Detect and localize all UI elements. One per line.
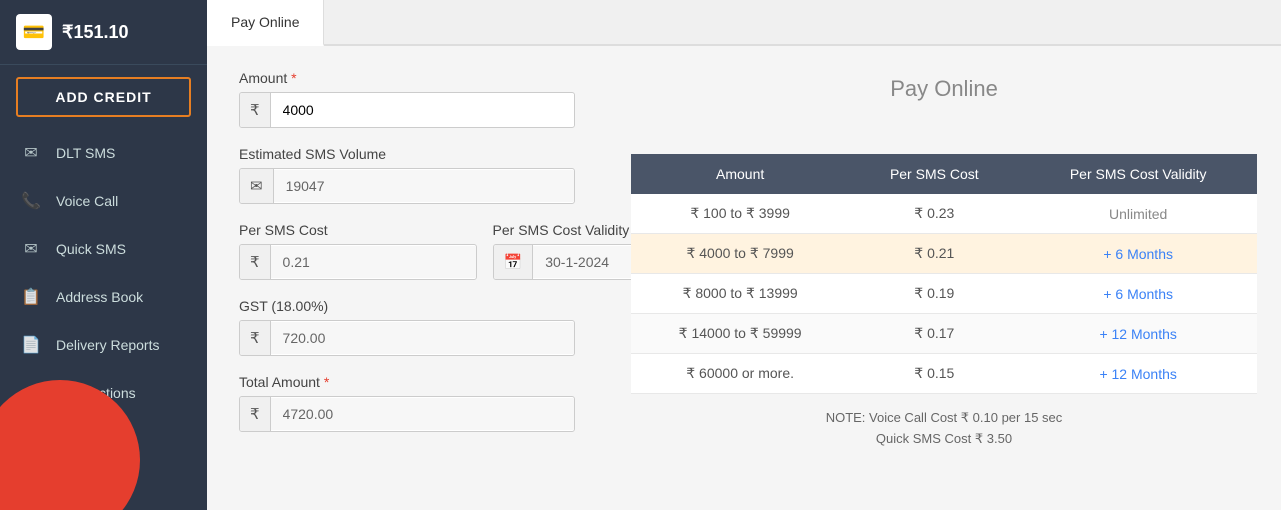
envelope-icon: ✉	[240, 169, 274, 203]
gst-input	[271, 322, 574, 354]
table-row: ₹ 100 to ₹ 3999₹ 0.23Unlimited	[631, 194, 1257, 234]
note-line1: NOTE: Voice Call Cost ₹ 0.10 per 15 sec	[826, 410, 1063, 425]
add-credit-button[interactable]: ADD CREDIT	[16, 77, 191, 117]
sidebar-item-label-quick-sms: Quick SMS	[56, 241, 126, 257]
cell-amount: ₹ 60000 or more.	[631, 354, 849, 394]
sidebar-item-delivery-reports[interactable]: 📄 Delivery Reports	[0, 321, 207, 369]
per-sms-cost-input	[271, 246, 476, 278]
pricing-table: Amount Per SMS Cost Per SMS Cost Validit…	[631, 154, 1257, 394]
dlt-sms-icon: ✉	[20, 143, 42, 163]
amount-input-wrapper: ₹	[239, 92, 575, 128]
cell-amount: ₹ 100 to ₹ 3999	[631, 194, 849, 234]
cell-validity: Unlimited	[1019, 194, 1257, 234]
total-required-star: *	[324, 374, 329, 390]
gst-label: GST (18.00%)	[239, 298, 575, 314]
cell-amount: ₹ 14000 to ₹ 59999	[631, 314, 849, 354]
cell-validity: + 6 Months	[1019, 234, 1257, 274]
total-label: Total Amount *	[239, 374, 575, 390]
sidebar-item-voice-call[interactable]: 📞 Voice Call	[0, 177, 207, 225]
table-row: ₹ 8000 to ₹ 13999₹ 0.19+ 6 Months	[631, 274, 1257, 314]
total-wrapper: ₹	[239, 396, 575, 432]
right-section: Pay Online Amount Per SMS Cost Per SMS C…	[607, 46, 1281, 474]
main-content: Pay Online Amount * ₹ Estimated SMS Volu…	[207, 0, 1281, 474]
table-row: ₹ 60000 or more.₹ 0.15+ 12 Months	[631, 354, 1257, 394]
gst-currency-icon: ₹	[240, 321, 271, 355]
cell-cost: ₹ 0.21	[849, 234, 1019, 274]
gst-group: GST (18.00%) ₹	[239, 298, 575, 356]
estimated-sms-wrapper: ✉	[239, 168, 575, 204]
table-header-amount: Amount	[631, 154, 849, 194]
estimated-sms-label: Estimated SMS Volume	[239, 146, 575, 162]
sidebar-item-label-voice-call: Voice Call	[56, 193, 118, 209]
sidebar-item-label-delivery-reports: Delivery Reports	[56, 337, 159, 353]
cell-validity: + 12 Months	[1019, 354, 1257, 394]
estimated-sms-group: Estimated SMS Volume ✉	[239, 146, 575, 204]
sidebar-item-quick-sms[interactable]: ✉ Quick SMS	[0, 225, 207, 273]
content-area: Amount * ₹ Estimated SMS Volume ✉	[207, 46, 1281, 474]
sidebar-item-label-dlt-sms: DLT SMS	[56, 145, 115, 161]
sidebar-item-label-address-book: Address Book	[56, 289, 143, 305]
amount-group: Amount * ₹	[239, 70, 575, 128]
balance-display: ₹151.10	[62, 22, 129, 43]
table-row: ₹ 14000 to ₹ 59999₹ 0.17+ 12 Months	[631, 314, 1257, 354]
cell-amount: ₹ 8000 to ₹ 13999	[631, 274, 849, 314]
address-book-icon: 📋	[20, 287, 42, 307]
per-sms-cost-wrapper: ₹	[239, 244, 477, 280]
tab-pay-online[interactable]: Pay Online	[207, 0, 324, 46]
cell-cost: ₹ 0.23	[849, 194, 1019, 234]
sidebar: 💳 ₹151.10 ADD CREDIT ✉ DLT SMS 📞 Voice C…	[0, 0, 207, 510]
amount-currency-icon: ₹	[240, 93, 271, 127]
delivery-reports-icon: 📄	[20, 335, 42, 355]
tab-bar: Pay Online	[207, 0, 1281, 46]
total-input	[271, 398, 574, 430]
per-sms-cost-group: Per SMS Cost ₹	[239, 222, 477, 280]
table-header-validity: Per SMS Cost Validity	[1019, 154, 1257, 194]
cell-amount: ₹ 4000 to ₹ 7999	[631, 234, 849, 274]
amount-label: Amount *	[239, 70, 575, 86]
total-group: Total Amount * ₹	[239, 374, 575, 432]
required-star: *	[291, 70, 296, 86]
sidebar-item-dlt-sms[interactable]: ✉ DLT SMS	[0, 129, 207, 177]
amount-input[interactable]	[271, 94, 574, 126]
estimated-sms-input	[274, 170, 574, 202]
sidebar-item-address-book[interactable]: 📋 Address Book	[0, 273, 207, 321]
cell-cost: ₹ 0.19	[849, 274, 1019, 314]
cell-validity: + 6 Months	[1019, 274, 1257, 314]
wallet-icon: 💳	[16, 14, 52, 50]
main-wrapper: Pay Online Amount * ₹ Estimated SMS Volu…	[207, 0, 1281, 510]
sidebar-header: 💳 ₹151.10	[0, 0, 207, 65]
form-section: Amount * ₹ Estimated SMS Volume ✉	[207, 46, 607, 474]
per-sms-cost-label: Per SMS Cost	[239, 222, 477, 238]
note-text: NOTE: Voice Call Cost ₹ 0.10 per 15 sec …	[631, 408, 1257, 450]
table-row: ₹ 4000 to ₹ 7999₹ 0.21+ 6 Months	[631, 234, 1257, 274]
page-title: Pay Online	[631, 56, 1257, 146]
voice-call-icon: 📞	[20, 191, 42, 211]
cell-validity: + 12 Months	[1019, 314, 1257, 354]
quick-sms-icon: ✉	[20, 239, 42, 259]
cost-currency-icon: ₹	[240, 245, 271, 279]
cost-validity-row: Per SMS Cost ₹ Per SMS Cost Validity 📅	[239, 222, 575, 298]
note-line2: Quick SMS Cost ₹ 3.50	[876, 431, 1012, 446]
calendar-icon: 📅	[494, 245, 534, 279]
gst-wrapper: ₹	[239, 320, 575, 356]
total-currency-icon: ₹	[240, 397, 271, 431]
cell-cost: ₹ 0.15	[849, 354, 1019, 394]
cell-cost: ₹ 0.17	[849, 314, 1019, 354]
table-header-cost: Per SMS Cost	[849, 154, 1019, 194]
